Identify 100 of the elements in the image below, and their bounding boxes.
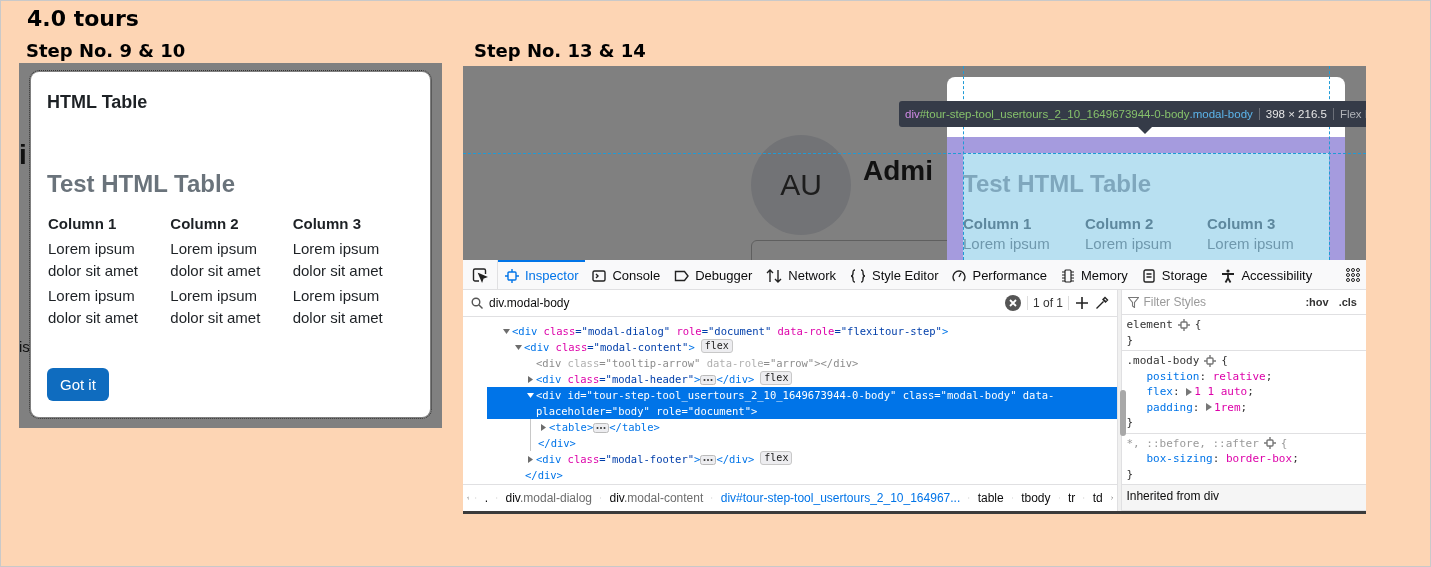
declaration[interactable]: padding: 1rem; <box>1126 399 1362 415</box>
devtools-tab[interactable]: Console <box>585 260 668 289</box>
got-it-button[interactable]: Got it <box>47 368 109 401</box>
brace: { <box>1194 317 1202 333</box>
markup-line[interactable]: <div class="tooltip-arrow" data-role="arrow"></div> <box>487 355 1117 371</box>
ellipsis-icon[interactable] <box>700 455 717 465</box>
user-name: Admi <box>863 155 933 187</box>
devtools-tab[interactable]: Network <box>759 260 843 289</box>
rule-selector: *, ::before, ::after <box>1126 435 1259 451</box>
brace: } <box>1126 415 1135 431</box>
search-field[interactable]: div.modal-body <box>489 296 999 310</box>
inherited-heading: Inherited from div <box>1122 485 1366 511</box>
breadcrumb[interactable]: tr <box>1065 491 1078 505</box>
flex-badge[interactable]: flex <box>760 371 793 385</box>
page-title: 4.0 tours <box>27 5 140 33</box>
braces-icon <box>850 268 866 283</box>
ellipsis-icon[interactable] <box>593 423 610 433</box>
brace: } <box>1126 466 1135 482</box>
brace: } <box>1126 332 1135 348</box>
match-count: 1 of 1 <box>1026 296 1069 310</box>
table-cell-text: Lorem ipsum dolor sit amet <box>169 286 262 328</box>
declaration[interactable]: position: relative; <box>1126 368 1362 384</box>
flex-badge[interactable]: flex <box>760 451 793 465</box>
devtools-tab[interactable]: Memory <box>1053 260 1135 289</box>
brace: { <box>1221 353 1228 369</box>
clear-icon[interactable] <box>1004 295 1021 311</box>
expand-triangle-icon[interactable] <box>1206 403 1212 412</box>
devtools-tab[interactable]: Debugger <box>667 260 760 289</box>
table-cell-text: Lorem ipsum dolor sit amet <box>291 286 384 328</box>
devtools-tab[interactable]: Style Editor <box>843 260 946 289</box>
table-cell-text: Lorem ipsum <box>1207 235 1295 253</box>
markup-line[interactable]: <div class="modal-content"> flex <box>475 339 1117 355</box>
rule-selector: element <box>1126 317 1173 333</box>
closing-tag-line[interactable]: </div> <box>475 467 1117 483</box>
storage-icon <box>1141 268 1156 283</box>
gauge-icon <box>952 268 967 283</box>
markup-line[interactable]: <div class="modal-header"> </div> flex <box>487 371 1117 387</box>
background-text: is <box>19 338 30 355</box>
table-cell-text: Lorem ipsum dolor sit amet <box>291 239 384 281</box>
collapsed-triangle-icon[interactable] <box>527 456 534 463</box>
devtools-tab[interactable]: Storage <box>1134 260 1215 289</box>
table-heading: Test HTML Table <box>963 169 1152 199</box>
element-picker-icon[interactable] <box>472 266 488 283</box>
grid-icon[interactable] <box>1346 267 1360 282</box>
markup-line[interactable]: <table> </table> <box>500 419 1117 435</box>
avatar: AU <box>751 135 851 235</box>
column-header: Column 1 <box>963 214 1033 234</box>
dialog-title: HTML Table <box>47 92 149 112</box>
markup-line[interactable]: <div class="modal-dialog" role="document" data-role="flexitour-step"> <box>463 323 1117 339</box>
section-heading: Step No. 13 & 14 <box>474 39 647 63</box>
cls-toggle[interactable]: .cls <box>1335 296 1360 308</box>
crosshair-icon[interactable] <box>1177 318 1190 331</box>
table-heading: Test HTML Table <box>47 169 236 199</box>
table-cell-text: Lorem ipsum dolor sit amet <box>47 239 140 281</box>
tag-icon <box>674 268 690 283</box>
declaration[interactable]: box-sizing: border-box; <box>1126 451 1362 467</box>
up-down-arrows-icon <box>766 268 783 283</box>
ellipsis-icon[interactable] <box>700 375 717 385</box>
eyedropper-icon[interactable] <box>1095 296 1109 310</box>
column-header: Column 1 <box>47 214 118 234</box>
background-text: i <box>19 139 27 171</box>
breadcrumb[interactable]: div.modal-content <box>607 491 706 505</box>
collapsed-triangle-icon[interactable] <box>540 424 547 431</box>
devtools-tab[interactable]: Performance <box>945 260 1054 289</box>
tooltip-arrow <box>1138 127 1152 134</box>
expanded-triangle-icon[interactable] <box>527 392 534 399</box>
section-heading: Step No. 9 & 10 <box>26 39 187 63</box>
expanded-triangle-icon[interactable] <box>503 328 510 335</box>
closing-tag-line[interactable]: </div> <box>488 435 1117 451</box>
add-icon[interactable] <box>1075 296 1089 310</box>
breadcrumb[interactable]: . <box>482 491 491 505</box>
chip-icon <box>1060 268 1075 283</box>
declaration[interactable]: flex: 1 1 auto; <box>1126 384 1362 400</box>
flex-badge[interactable]: flex <box>700 339 733 353</box>
column-header: Column 3 <box>291 214 362 234</box>
column-header: Column 3 <box>1207 214 1277 234</box>
column-header: Column 2 <box>169 214 240 234</box>
breadcrumb[interactable]: tbody <box>1019 491 1053 505</box>
breadcrumb[interactable]: div#tour-step-tool_usertours_2_10_164967... <box>718 491 963 505</box>
devtools-tab[interactable]: Accessibility <box>1214 260 1320 289</box>
expand-triangle-icon[interactable] <box>1186 387 1193 396</box>
crosshair-icon[interactable] <box>1204 354 1217 367</box>
markup-line[interactable]: <div class="modal-footer"> </div> flex <box>487 451 1117 467</box>
crosshair-icon[interactable] <box>1263 437 1276 450</box>
filter-field[interactable]: Filter Styles <box>1143 295 1299 309</box>
expanded-triangle-icon[interactable] <box>515 344 522 351</box>
breadcrumb[interactable]: table <box>975 491 1006 505</box>
devtools-tab[interactable]: Inspector <box>498 260 586 289</box>
search-icon <box>471 297 483 309</box>
inspector-icon <box>505 268 519 283</box>
column-header: Column 2 <box>1085 214 1155 234</box>
collapsed-triangle-icon[interactable] <box>527 376 534 383</box>
breadcrumb[interactable]: div.modal-dialog <box>503 491 594 505</box>
filter-icon <box>1128 296 1140 308</box>
breadcrumb[interactable]: td <box>1090 491 1105 505</box>
table-cell-text: Lorem ipsum dolor sit amet <box>47 286 140 328</box>
table-cell-text: Lorem ipsum <box>1085 235 1173 253</box>
table-cell-text: Lorem ipsum <box>963 235 1051 253</box>
hov-toggle[interactable]: :hov <box>1302 296 1332 308</box>
console-icon <box>592 268 607 283</box>
